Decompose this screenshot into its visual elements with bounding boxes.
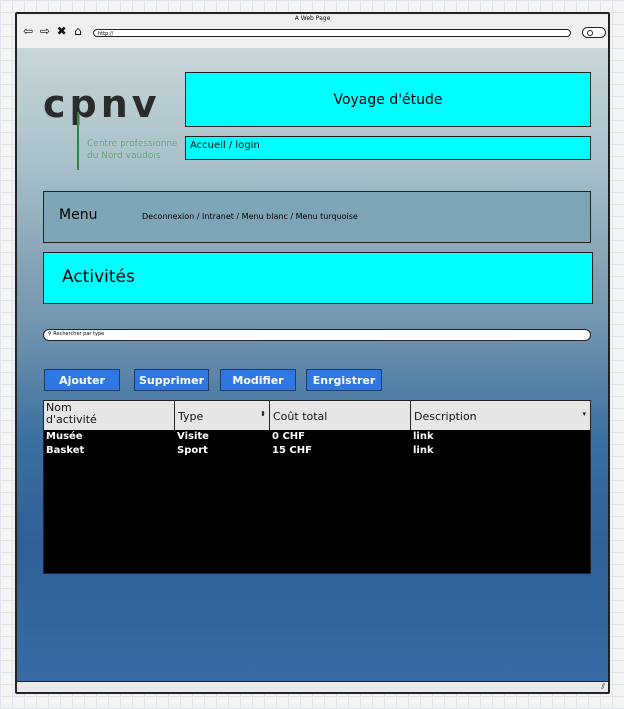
- section-title: Activités: [62, 267, 135, 287]
- breadcrumb[interactable]: Accueil / login: [185, 136, 591, 160]
- resize-grip-icon[interactable]: ⫽: [601, 682, 605, 692]
- search-placeholder: Rechercher par type: [53, 331, 105, 337]
- column-header-cost-label: Coût total: [273, 410, 328, 423]
- logo-subtitle-line1: Centre professionne: [87, 139, 178, 149]
- home-icon[interactable]: ⌂: [73, 24, 84, 38]
- cell-type: Sport: [177, 445, 208, 456]
- cell-cost: 0 CHF: [272, 431, 305, 442]
- browser-window: A Web Page ⇦ ⇨ ✖ ⌂ http:// cpnv Centre p…: [15, 12, 610, 694]
- page-content: cpnv Centre professionne du Nord vaudois…: [17, 48, 608, 682]
- column-header-cost[interactable]: Coût total: [270, 401, 411, 430]
- column-header-name-line2: d'activité: [46, 413, 97, 426]
- table-row[interactable]: Musée Visite 0 CHF link: [44, 431, 590, 445]
- column-header-name[interactable]: Nom d'activité: [44, 401, 175, 430]
- activities-table: Nom d'activité Type ⬍ Coût total Descrip…: [43, 400, 591, 574]
- column-header-type-label: Type: [178, 410, 204, 423]
- column-header-description-label: Description: [414, 410, 477, 423]
- logo-line: [77, 112, 79, 170]
- menu-links[interactable]: Deconnexion / Intranet / Menu blanc / Me…: [142, 212, 358, 221]
- nav-icons: ⇦ ⇨ ✖ ⌂: [23, 24, 84, 38]
- cpnv-logo: cpnv Centre professionne du Nord vaudois: [43, 82, 183, 172]
- search-icon: [587, 30, 593, 36]
- cell-name: Basket: [46, 445, 85, 456]
- search-input[interactable]: ⚲ Rechercher par type: [43, 329, 591, 341]
- window-title: A Web Page: [294, 15, 331, 22]
- table-row[interactable]: Basket Sport 15 CHF link: [44, 445, 590, 459]
- menu-bar: Menu Deconnexion / Intranet / Menu blanc…: [43, 191, 591, 243]
- cell-name: Musée: [46, 431, 83, 442]
- menu-title: Menu: [59, 207, 98, 223]
- browser-search-button[interactable]: [582, 27, 606, 38]
- table-header: Nom d'activité Type ⬍ Coût total Descrip…: [44, 401, 590, 430]
- page-title: Voyage d'étude: [333, 91, 443, 108]
- back-icon[interactable]: ⇦: [23, 24, 34, 38]
- status-bar: ⫽: [17, 681, 608, 692]
- cell-description-link[interactable]: link: [413, 431, 434, 442]
- cell-description-link[interactable]: link: [413, 445, 434, 456]
- chevron-down-icon[interactable]: ▾: [582, 410, 586, 418]
- cell-type: Visite: [177, 431, 209, 442]
- sort-icon[interactable]: ⬍: [260, 410, 266, 418]
- browser-titlebar: A Web Page ⇦ ⇨ ✖ ⌂ http://: [17, 14, 608, 50]
- page-title-box: Voyage d'étude: [185, 72, 591, 127]
- close-icon[interactable]: ✖: [57, 24, 68, 38]
- logo-word: cpnv: [43, 82, 161, 126]
- logo-subtitle-line2: du Nord vaudois: [87, 151, 161, 161]
- search-icon: ⚲: [48, 331, 52, 337]
- forward-icon[interactable]: ⇨: [40, 24, 51, 38]
- column-header-description[interactable]: Description ▾: [411, 401, 589, 430]
- breadcrumb-text[interactable]: Accueil / login: [190, 140, 260, 151]
- url-input[interactable]: http://: [93, 29, 571, 37]
- save-button[interactable]: Enrgistrer: [306, 369, 382, 391]
- activities-header: Activités: [43, 252, 593, 304]
- edit-button[interactable]: Modifier: [220, 369, 296, 391]
- cell-cost: 15 CHF: [272, 445, 312, 456]
- add-button[interactable]: Ajouter: [44, 369, 120, 391]
- logo-subtitle: Centre professionne du Nord vaudois: [87, 138, 178, 162]
- column-header-type[interactable]: Type ⬍: [175, 401, 270, 430]
- delete-button[interactable]: Supprimer: [134, 369, 209, 391]
